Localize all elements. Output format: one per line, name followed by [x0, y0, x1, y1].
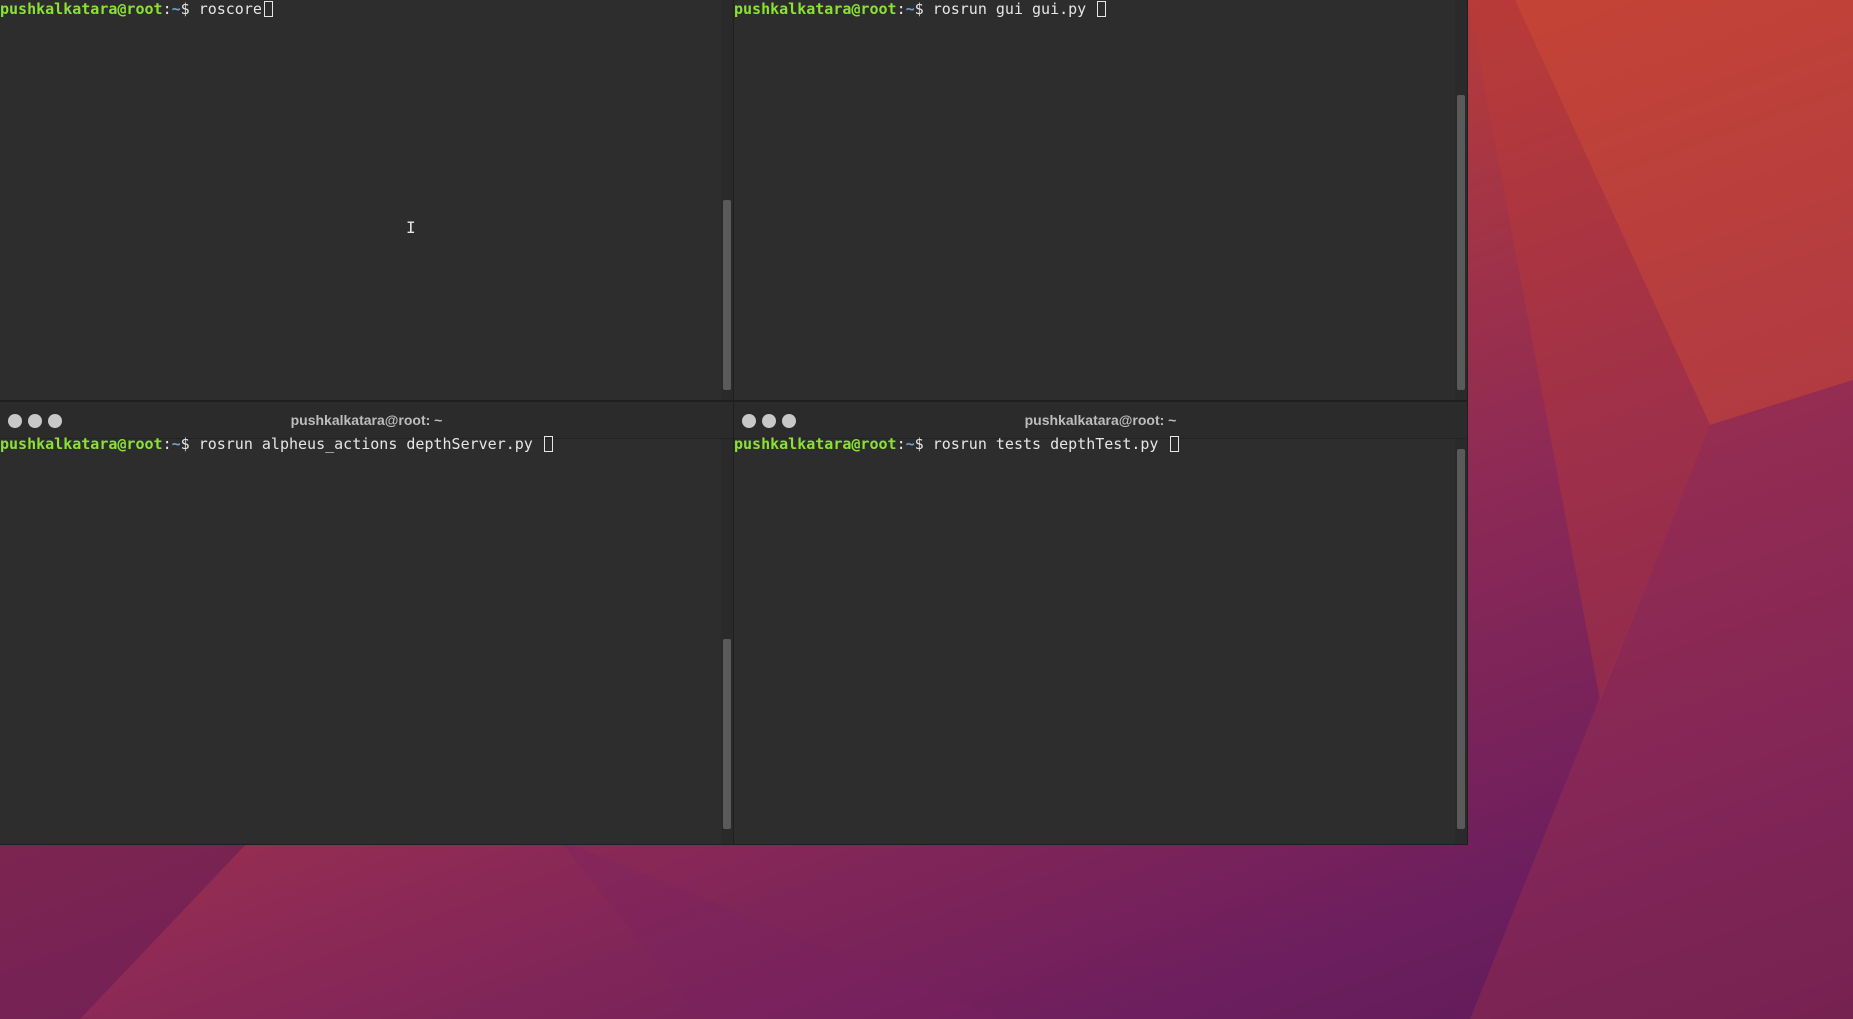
terminal-window-roscore[interactable]: pushkalkatara@root:~$ roscore I [0, 0, 733, 400]
command-text: rosrun alpheus_actions depthServer.py [198, 435, 533, 453]
text-cursor-icon [1097, 1, 1107, 17]
title-bar[interactable]: pushkalkatara@root: ~ [734, 402, 1467, 439]
scrollbar[interactable] [1455, 439, 1467, 844]
command-text: rosrun tests depthTest.py [932, 435, 1159, 453]
terminal-window-depth-server[interactable]: pushkalkatara@root: ~ pushkalkatara@root… [0, 402, 733, 844]
scrollbar-thumb[interactable] [1457, 449, 1465, 829]
prompt-path: ~ [905, 0, 915, 18]
command-text: rosrun gui gui.py [932, 0, 1087, 18]
title-bar[interactable]: pushkalkatara@root: ~ [0, 402, 733, 439]
terminal-output[interactable]: pushkalkatara@root:~$ roscore [0, 0, 721, 400]
command-text: roscore [198, 0, 262, 18]
scrollbar-thumb[interactable] [1457, 95, 1465, 390]
prompt-path: ~ [905, 435, 915, 453]
scrollbar-thumb[interactable] [723, 639, 731, 829]
scrollbar[interactable] [1455, 0, 1467, 400]
terminal-window-gui[interactable]: pushkalkatara@root:~$ rosrun gui gui.py [734, 0, 1467, 400]
prompt-separator: : [162, 435, 172, 453]
terminal-window-depth-test[interactable]: pushkalkatara@root: ~ pushkalkatara@root… [734, 402, 1467, 844]
prompt-symbol: $ [914, 0, 924, 18]
text-cursor-icon [1169, 436, 1179, 452]
scrollbar[interactable] [721, 0, 733, 400]
prompt-separator: : [896, 435, 906, 453]
prompt-user-host: pushkalkatara@root [0, 0, 163, 18]
terminal-output[interactable]: pushkalkatara@root:~$ rosrun gui gui.py [734, 0, 1455, 400]
prompt-user-host: pushkalkatara@root [734, 0, 897, 18]
ibeam-cursor-icon: I [406, 218, 416, 237]
window-title: pushkalkatara@root: ~ [1024, 412, 1177, 428]
terminal-output[interactable]: pushkalkatara@root:~$ rosrun alpheus_act… [0, 435, 721, 844]
prompt-separator: : [896, 0, 906, 18]
prompt-symbol: $ [180, 0, 190, 18]
prompt-user-host: pushkalkatara@root [734, 435, 897, 453]
text-cursor-icon [543, 436, 553, 452]
scrollbar-thumb[interactable] [723, 200, 731, 390]
prompt-symbol: $ [180, 435, 190, 453]
prompt-separator: : [162, 0, 172, 18]
scrollbar[interactable] [721, 439, 733, 844]
terminal-output[interactable]: pushkalkatara@root:~$ rosrun tests depth… [734, 435, 1455, 844]
prompt-user-host: pushkalkatara@root [0, 435, 163, 453]
prompt-path: ~ [171, 435, 181, 453]
prompt-symbol: $ [914, 435, 924, 453]
window-title: pushkalkatara@root: ~ [290, 412, 443, 428]
prompt-path: ~ [171, 0, 181, 18]
text-cursor-icon [263, 1, 273, 17]
